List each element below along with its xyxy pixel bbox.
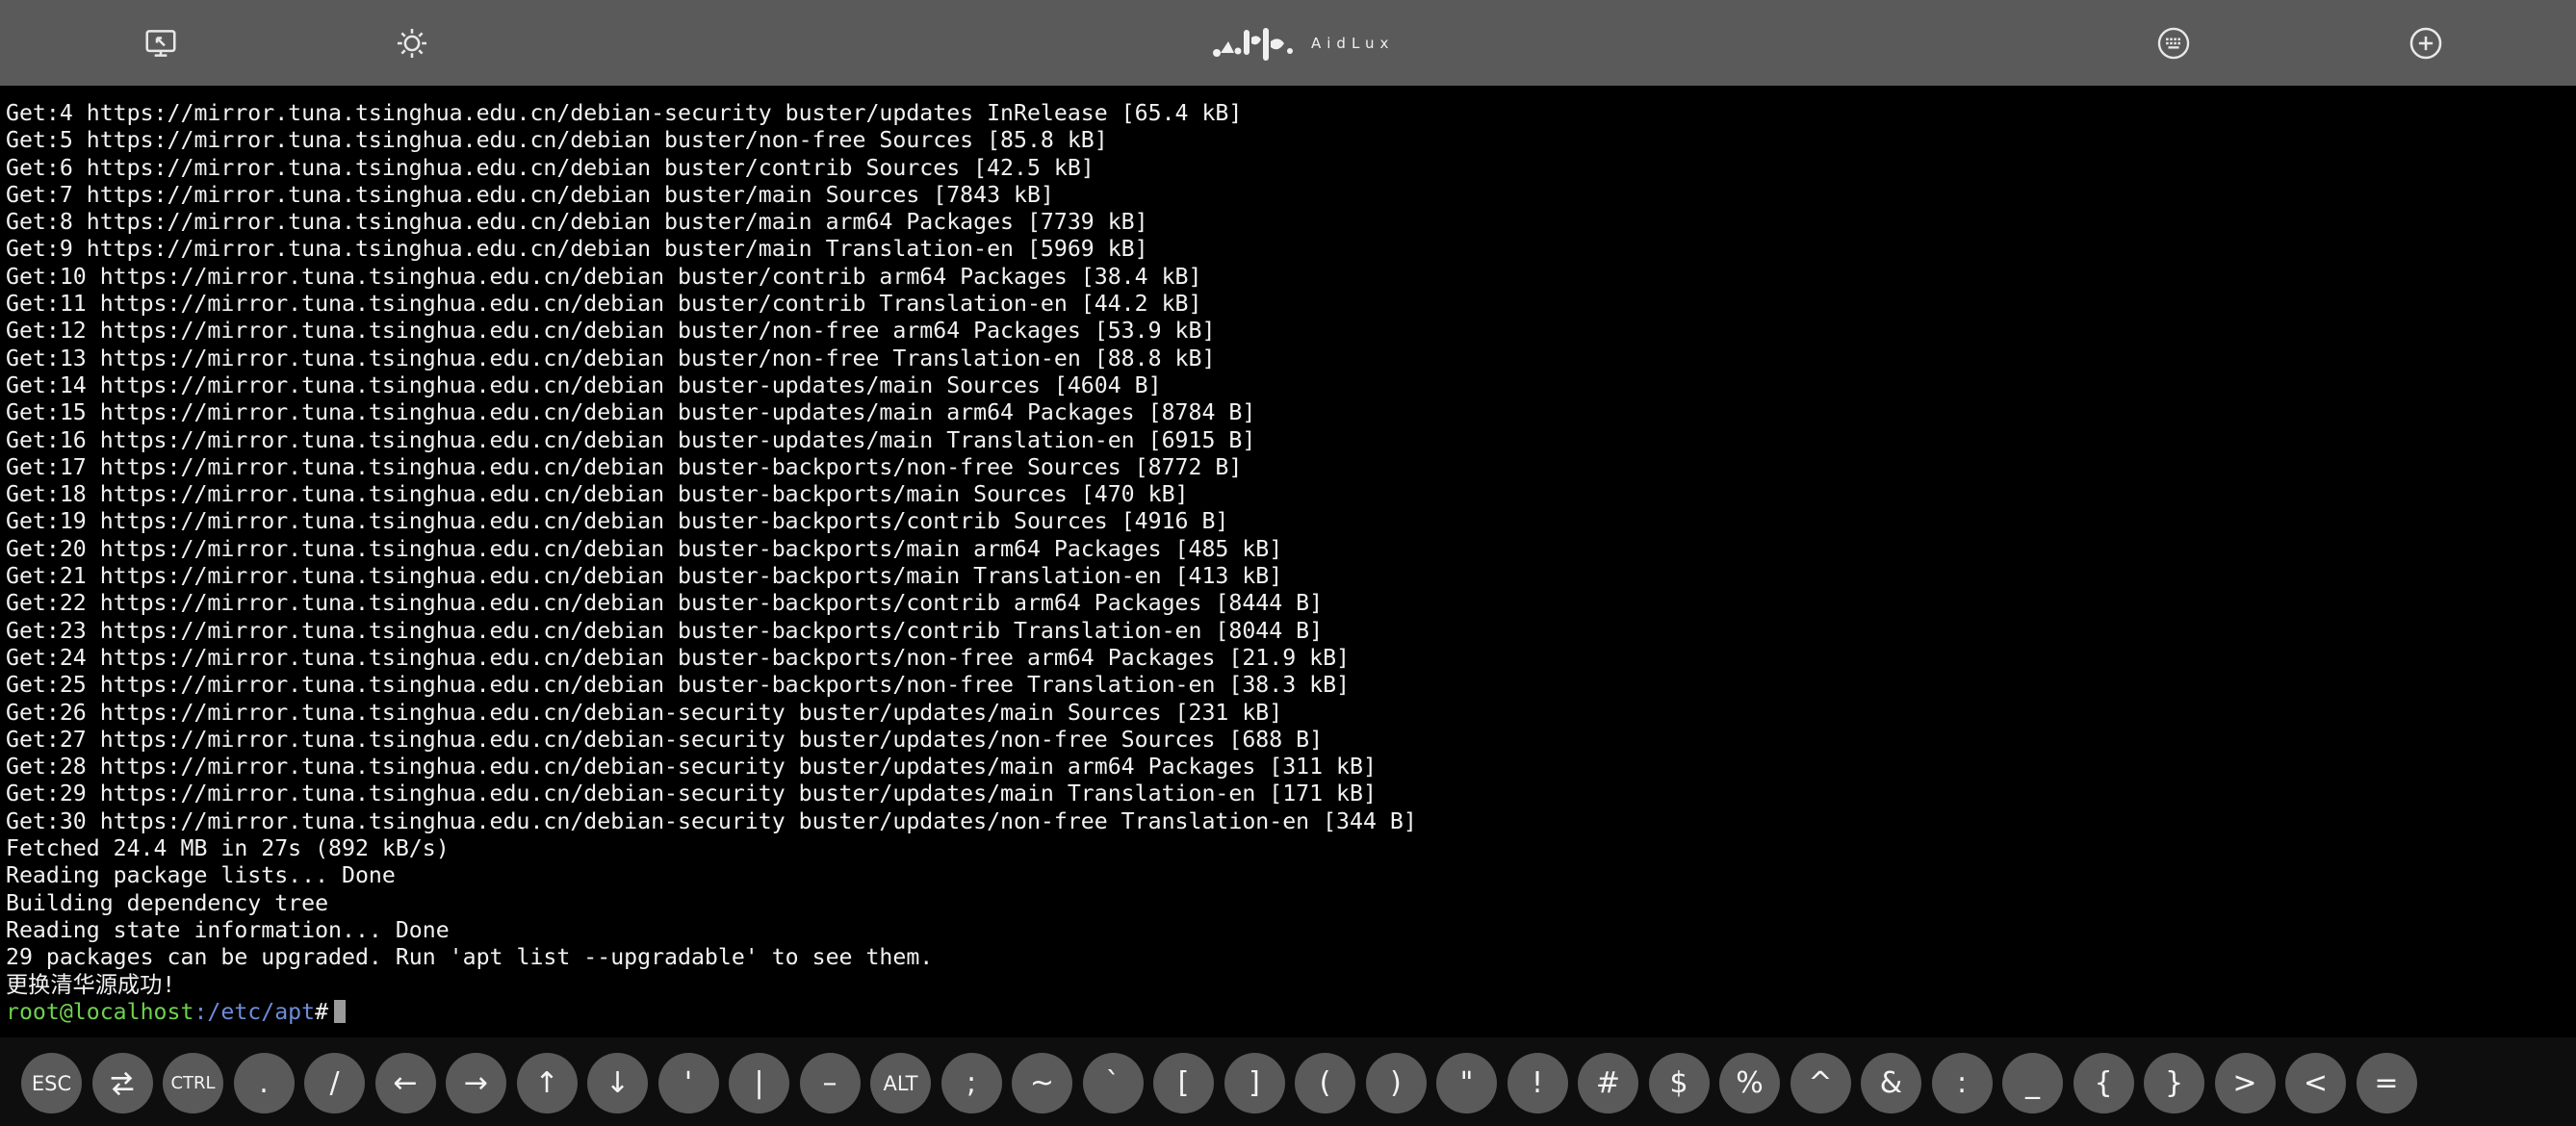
key-slash[interactable]: / bbox=[304, 1053, 365, 1113]
terminal-line: Get:4 https://mirror.tuna.tsinghua.edu.c… bbox=[6, 100, 1243, 126]
terminal-line: Get:12 https://mirror.tuna.tsinghua.edu.… bbox=[6, 318, 1216, 345]
key-semicolon[interactable]: ; bbox=[940, 1053, 1002, 1113]
screen-exit-icon[interactable] bbox=[141, 23, 181, 64]
key-ctrl[interactable]: CTRL bbox=[163, 1053, 223, 1113]
terminal-line: Get:28 https://mirror.tuna.tsinghua.edu.… bbox=[6, 754, 1377, 781]
prompt-user-host: root@localhost bbox=[6, 998, 194, 1024]
key-caret[interactable]: ^ bbox=[1790, 1053, 1851, 1113]
extra-keys: ESC CTRL. / ← → ↑ ↓ ' | – ALT; ~ `[]() "! # $% ^ &: _{} > < = bbox=[21, 1053, 2417, 1113]
terminal-line: Get:15 https://mirror.tuna.tsinghua.edu.… bbox=[6, 399, 1256, 426]
terminal-line: Get:9 https://mirror.tuna.tsinghua.edu.c… bbox=[6, 236, 1148, 263]
keyboard-icon[interactable] bbox=[2153, 23, 2194, 64]
terminal-line: Get:18 https://mirror.tuna.tsinghua.edu.… bbox=[6, 481, 1189, 508]
key-esc[interactable]: ESC bbox=[21, 1053, 82, 1113]
terminal-line: Get:30 https://mirror.tuna.tsinghua.edu.… bbox=[6, 807, 1417, 834]
brightness-icon[interactable] bbox=[392, 23, 432, 64]
terminal-line: Get:8 https://mirror.tuna.tsinghua.edu.c… bbox=[6, 209, 1148, 236]
terminal-line: Get:23 https://mirror.tuna.tsinghua.edu.… bbox=[6, 617, 1324, 644]
terminal-line: Get:27 https://mirror.tuna.tsinghua.edu.… bbox=[6, 726, 1324, 753]
terminal-line: Get:14 https://mirror.tuna.tsinghua.edu.… bbox=[6, 371, 1162, 398]
terminal-line: 更换清华源成功! bbox=[6, 971, 176, 998]
text-cursor bbox=[334, 999, 347, 1023]
terminal-line: 29 packages can be upgraded. Run 'apt li… bbox=[6, 944, 934, 971]
prompt-path: :/etc/apt bbox=[193, 998, 316, 1024]
terminal-line: Get:20 https://mirror.tuna.tsinghua.edu.… bbox=[6, 535, 1283, 562]
top-toolbar: AidLux bbox=[0, 0, 2576, 86]
extra-keys-bar: ESC CTRL. / ← → ↑ ↓ ' | – ALT; ~ `[]() "! # $% ^ &: _{} > < = bbox=[0, 1037, 2576, 1126]
key-ampersand[interactable]: & bbox=[1861, 1053, 1921, 1113]
key-tilde[interactable]: ~ bbox=[1012, 1053, 1072, 1113]
terminal-line: Get:22 https://mirror.tuna.tsinghua.edu.… bbox=[6, 590, 1324, 617]
prompt-symbol: # bbox=[315, 998, 329, 1024]
aidlux-logo-icon bbox=[1213, 28, 1293, 61]
key-left-paren[interactable]: ( bbox=[1295, 1053, 1355, 1113]
key-colon[interactable]: : bbox=[1931, 1053, 1993, 1113]
terminal-line: Get:17 https://mirror.tuna.tsinghua.edu.… bbox=[6, 453, 1243, 480]
key-greater[interactable]: > bbox=[2214, 1053, 2276, 1113]
terminal-line: Get:24 https://mirror.tuna.tsinghua.edu.… bbox=[6, 644, 1351, 671]
terminal-line: Reading package lists... Done bbox=[6, 862, 396, 889]
terminal-line: Get:19 https://mirror.tuna.tsinghua.edu.… bbox=[6, 508, 1229, 535]
key-exclamation[interactable]: ! bbox=[1507, 1053, 1568, 1113]
key-right-paren[interactable]: ) bbox=[1365, 1053, 1427, 1113]
terminal-line: Get:13 https://mirror.tuna.tsinghua.edu.… bbox=[6, 345, 1216, 371]
key-percent[interactable]: % bbox=[1719, 1053, 1780, 1113]
terminal-line: Fetched 24.4 MB in 27s (892 kB/s) bbox=[6, 835, 450, 862]
terminal-line: Get:6 https://mirror.tuna.tsinghua.edu.c… bbox=[6, 154, 1095, 181]
terminal-line: Get:26 https://mirror.tuna.tsinghua.edu.… bbox=[6, 699, 1283, 726]
terminal-line: Get:7 https://mirror.tuna.tsinghua.edu.c… bbox=[6, 181, 1054, 208]
terminal-line: Get:29 https://mirror.tuna.tsinghua.edu.… bbox=[6, 781, 1377, 807]
key-underscore[interactable]: _ bbox=[2002, 1053, 2063, 1113]
key-apostrophe[interactable]: ' bbox=[657, 1053, 719, 1113]
key-right-brace[interactable]: } bbox=[2144, 1053, 2204, 1113]
app-name: AidLux bbox=[1311, 35, 1395, 52]
key-quote[interactable]: " bbox=[1436, 1053, 1497, 1113]
key-down[interactable]: ↓ bbox=[587, 1053, 648, 1113]
key-dollar[interactable]: $ bbox=[1648, 1053, 1710, 1113]
key-tab[interactable] bbox=[91, 1053, 153, 1113]
terminal-prompt[interactable]: root@localhost:/etc/apt# bbox=[6, 999, 2566, 1024]
key-left[interactable]: ← bbox=[374, 1053, 436, 1113]
key-right[interactable]: → bbox=[446, 1053, 506, 1113]
terminal-line: Get:25 https://mirror.tuna.tsinghua.edu.… bbox=[6, 672, 1351, 699]
terminal-line: Get:21 https://mirror.tuna.tsinghua.edu.… bbox=[6, 563, 1283, 590]
tab-arrows-icon bbox=[111, 1071, 134, 1095]
key-backtick[interactable]: ` bbox=[1082, 1053, 1144, 1113]
key-up[interactable]: ↑ bbox=[516, 1053, 578, 1113]
key-left-brace[interactable]: { bbox=[2073, 1053, 2134, 1113]
app-logo: AidLux bbox=[1211, 21, 1394, 65]
key-dash[interactable]: – bbox=[799, 1053, 861, 1113]
terminal-line: Building dependency tree bbox=[6, 889, 329, 916]
key-period[interactable]: . bbox=[233, 1053, 295, 1113]
key-left-bracket[interactable]: [ bbox=[1153, 1053, 1214, 1113]
key-alt[interactable]: ALT bbox=[870, 1053, 931, 1113]
terminal-line: Get:16 https://mirror.tuna.tsinghua.edu.… bbox=[6, 426, 1256, 453]
key-hash[interactable]: # bbox=[1578, 1053, 1638, 1113]
terminal-line: Get:5 https://mirror.tuna.tsinghua.edu.c… bbox=[6, 127, 1108, 154]
key-right-bracket[interactable]: ] bbox=[1224, 1053, 1285, 1113]
key-equals[interactable]: = bbox=[2356, 1053, 2417, 1113]
add-circle-icon[interactable] bbox=[2406, 23, 2446, 64]
terminal-line: Get:11 https://mirror.tuna.tsinghua.edu.… bbox=[6, 291, 1202, 318]
terminal-line: Get:10 https://mirror.tuna.tsinghua.edu.… bbox=[6, 263, 1202, 290]
key-less[interactable]: < bbox=[2285, 1053, 2346, 1113]
key-pipe[interactable]: | bbox=[729, 1053, 789, 1113]
terminal-line: Reading state information... Done bbox=[6, 916, 450, 943]
terminal-output[interactable]: Get:4 https://mirror.tuna.tsinghua.edu.c… bbox=[6, 100, 2566, 1024]
